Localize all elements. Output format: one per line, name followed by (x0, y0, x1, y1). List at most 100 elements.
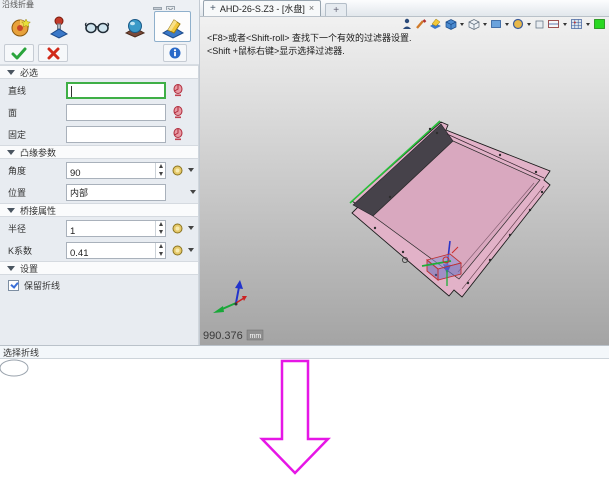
new-tab-button[interactable]: + (325, 3, 347, 16)
tab-pin-icon[interactable]: + (210, 4, 216, 14)
ok-check-icon[interactable] (4, 44, 34, 62)
viewport-box-icon[interactable] (534, 19, 545, 30)
grid-icon[interactable] (570, 18, 583, 30)
partial-ellipse (0, 360, 28, 376)
section-icon[interactable] (547, 18, 560, 30)
fixed-field[interactable] (66, 126, 166, 143)
annotation-canvas (0, 359, 609, 480)
radius-label: 半径 (8, 222, 66, 235)
chevron-down-icon[interactable] (586, 23, 590, 26)
collapse-triangle-icon (7, 150, 15, 155)
collapse-triangle-icon (7, 70, 15, 75)
section-bend-label: 桥接属性 (20, 204, 56, 217)
kfactor-label: K系数 (8, 244, 66, 257)
filter-hints: <F8>或者<Shift-roll> 查找下一个有效的过滤器设置. <Shift… (207, 32, 412, 58)
chevron-down-icon[interactable] (188, 168, 194, 172)
background-color-icon[interactable] (593, 18, 606, 30)
radius-field[interactable] (66, 220, 166, 237)
parameter-sections: 必选 直线 面 (0, 65, 199, 345)
pencil-icon[interactable] (415, 18, 427, 30)
kfactor-spinner[interactable] (155, 243, 165, 258)
chevron-down-icon[interactable] (460, 23, 464, 26)
cancel-x-icon[interactable] (38, 44, 68, 62)
panel-minimize-icon[interactable] (153, 1, 162, 9)
main-area: + AHD-26-S.Z3 - [水盘] × + (200, 0, 609, 345)
chevron-down-icon[interactable] (190, 190, 196, 194)
view-cube-icon[interactable] (444, 18, 457, 30)
keep-foldline-label: 保留折线 (24, 279, 60, 292)
row-radius: 半径 (0, 217, 198, 239)
angle-spinner[interactable] (155, 163, 165, 178)
keep-foldline-row: 保留折线 (0, 275, 198, 295)
fold-along-line-panel: 沿线折叠 (0, 0, 200, 345)
panel-close-icon[interactable] (166, 1, 175, 9)
line-input[interactable] (68, 88, 164, 101)
radius-spinner[interactable] (155, 221, 165, 236)
row-position: 位置 内部 (0, 181, 198, 203)
row-angle: 角度 (0, 159, 198, 181)
chevron-down-icon[interactable] (188, 226, 194, 230)
section-required[interactable]: 必选 (0, 65, 198, 79)
line-label: 直线 (8, 84, 66, 97)
keep-foldline-checkbox[interactable] (8, 280, 19, 291)
kfactor-field[interactable] (66, 242, 166, 259)
kfactor-input[interactable] (67, 246, 165, 261)
wireframe-cube-icon[interactable] (467, 18, 480, 30)
face-label: 面 (8, 106, 66, 119)
position-label: 位置 (8, 186, 66, 199)
3d-scene: 990.376 mm (200, 17, 609, 345)
hint-line-1: <F8>或者<Shift-roll> 查找下一个有效的过滤器设置. (207, 32, 412, 45)
line-field[interactable] (66, 82, 166, 99)
confirm-row (0, 42, 199, 65)
bottom-annotation-area (0, 359, 609, 480)
text-caret (71, 86, 72, 97)
position-dropdown[interactable]: 内部 (66, 184, 166, 201)
chevron-down-icon[interactable] (188, 248, 194, 252)
collapse-triangle-icon (7, 208, 15, 213)
circle-icon[interactable] (512, 18, 524, 30)
section-settings-label: 设置 (20, 262, 38, 275)
plane-icon[interactable] (490, 18, 502, 30)
target-icon[interactable] (2, 11, 39, 42)
chevron-down-icon[interactable] (527, 23, 531, 26)
dimension-readout: 990.376 (203, 330, 243, 342)
expression-icon[interactable] (172, 245, 183, 256)
tab-close-icon[interactable]: × (309, 4, 314, 13)
info-icon[interactable] (163, 44, 187, 62)
viewport-toolbar (401, 18, 606, 30)
chevron-down-icon[interactable] (505, 23, 509, 26)
section-bend[interactable]: 桥接属性 (0, 203, 198, 217)
pick-filter-icon[interactable] (172, 106, 184, 119)
angle-field[interactable] (66, 162, 166, 179)
expression-icon[interactable] (172, 165, 183, 176)
row-fixed: 固定 (0, 123, 198, 145)
section-settings[interactable]: 设置 (0, 261, 198, 275)
radius-input[interactable] (67, 224, 165, 239)
section-required-label: 必选 (20, 66, 38, 79)
panel-toolbar (0, 10, 199, 42)
angle-label: 角度 (8, 164, 66, 177)
chevron-down-icon[interactable] (483, 23, 487, 26)
position-value: 内部 (67, 186, 165, 199)
row-kfactor: K系数 (0, 239, 198, 261)
face-input[interactable] (67, 108, 165, 123)
glasses-icon[interactable] (78, 11, 115, 42)
row-line: 直线 (0, 79, 198, 101)
sphere-icon[interactable] (116, 11, 153, 42)
angle-input[interactable] (67, 166, 165, 181)
pick-filter-icon[interactable] (172, 84, 184, 97)
chevron-down-icon[interactable] (563, 23, 567, 26)
section-flange[interactable]: 凸缘参数 (0, 145, 198, 159)
panel-titlebar: 沿线折叠 (0, 0, 199, 10)
tab-active-document[interactable]: + AHD-26-S.Z3 - [水盘] × (203, 0, 321, 16)
pick-filter-icon[interactable] (172, 128, 184, 141)
person-icon[interactable] (401, 18, 413, 30)
face-field[interactable] (66, 104, 166, 121)
fold-sheet-icon[interactable] (154, 11, 191, 42)
3d-viewport[interactable]: 990.376 mm <F8>或者<Shift-roll> 查找下一个有效的过滤… (200, 17, 609, 345)
stamp-icon[interactable] (40, 11, 77, 42)
sheet-color-icon[interactable] (429, 18, 442, 30)
expression-icon[interactable] (172, 223, 183, 234)
fixed-input[interactable] (67, 130, 165, 145)
tab-title: AHD-26-S.Z3 - [水盘] (220, 2, 305, 15)
